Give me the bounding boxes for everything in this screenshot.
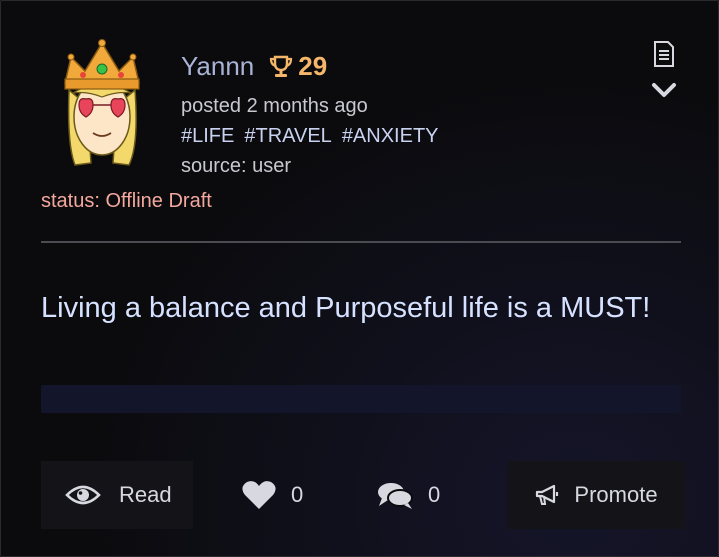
read-button[interactable]: Read: [41, 461, 193, 529]
post-body: Living a balance and Purposeful life is …: [41, 292, 651, 324]
comment-button[interactable]: 0: [376, 461, 440, 529]
post-card: Yannn 29 posted 2 months ago #LIFE #TRAV…: [0, 0, 719, 557]
megaphone-icon: [536, 484, 559, 505]
document-button[interactable]: [653, 41, 675, 67]
read-label: Read: [119, 482, 172, 507]
eye-icon: [65, 485, 101, 505]
like-button[interactable]: 0: [241, 461, 303, 529]
promote-button[interactable]: Promote: [507, 461, 685, 529]
chevron-down-icon: [652, 83, 676, 97]
comment-count: 0: [428, 482, 441, 507]
content-placeholder: [41, 385, 681, 413]
avatar[interactable]: [57, 35, 147, 167]
tag-link[interactable]: #LIFE: [181, 125, 234, 148]
tag-link[interactable]: #TRAVEL: [244, 125, 331, 148]
status-badge: status: Offline Draft: [41, 190, 212, 212]
tag-link[interactable]: #ANXIETY: [342, 125, 439, 148]
author-row: Yannn 29: [181, 51, 327, 82]
avatar-queen-icon: [64, 39, 140, 166]
post-source: source: user: [181, 155, 292, 177]
comments-icon: [378, 483, 413, 509]
expand-button[interactable]: [651, 81, 677, 99]
like-count: 0: [291, 482, 304, 507]
heart-icon: [242, 481, 276, 509]
divider: [41, 241, 681, 243]
author-name[interactable]: Yannn: [181, 51, 254, 82]
trophy-count: 29: [298, 51, 328, 81]
trophy-icon: [270, 55, 293, 77]
trophy-badge: 29: [268, 51, 327, 82]
promote-label: Promote: [574, 482, 658, 507]
tag-list: #LIFE #TRAVEL #ANXIETY: [181, 125, 439, 148]
posted-time: posted 2 months ago: [181, 95, 368, 117]
document-icon: [654, 41, 674, 67]
